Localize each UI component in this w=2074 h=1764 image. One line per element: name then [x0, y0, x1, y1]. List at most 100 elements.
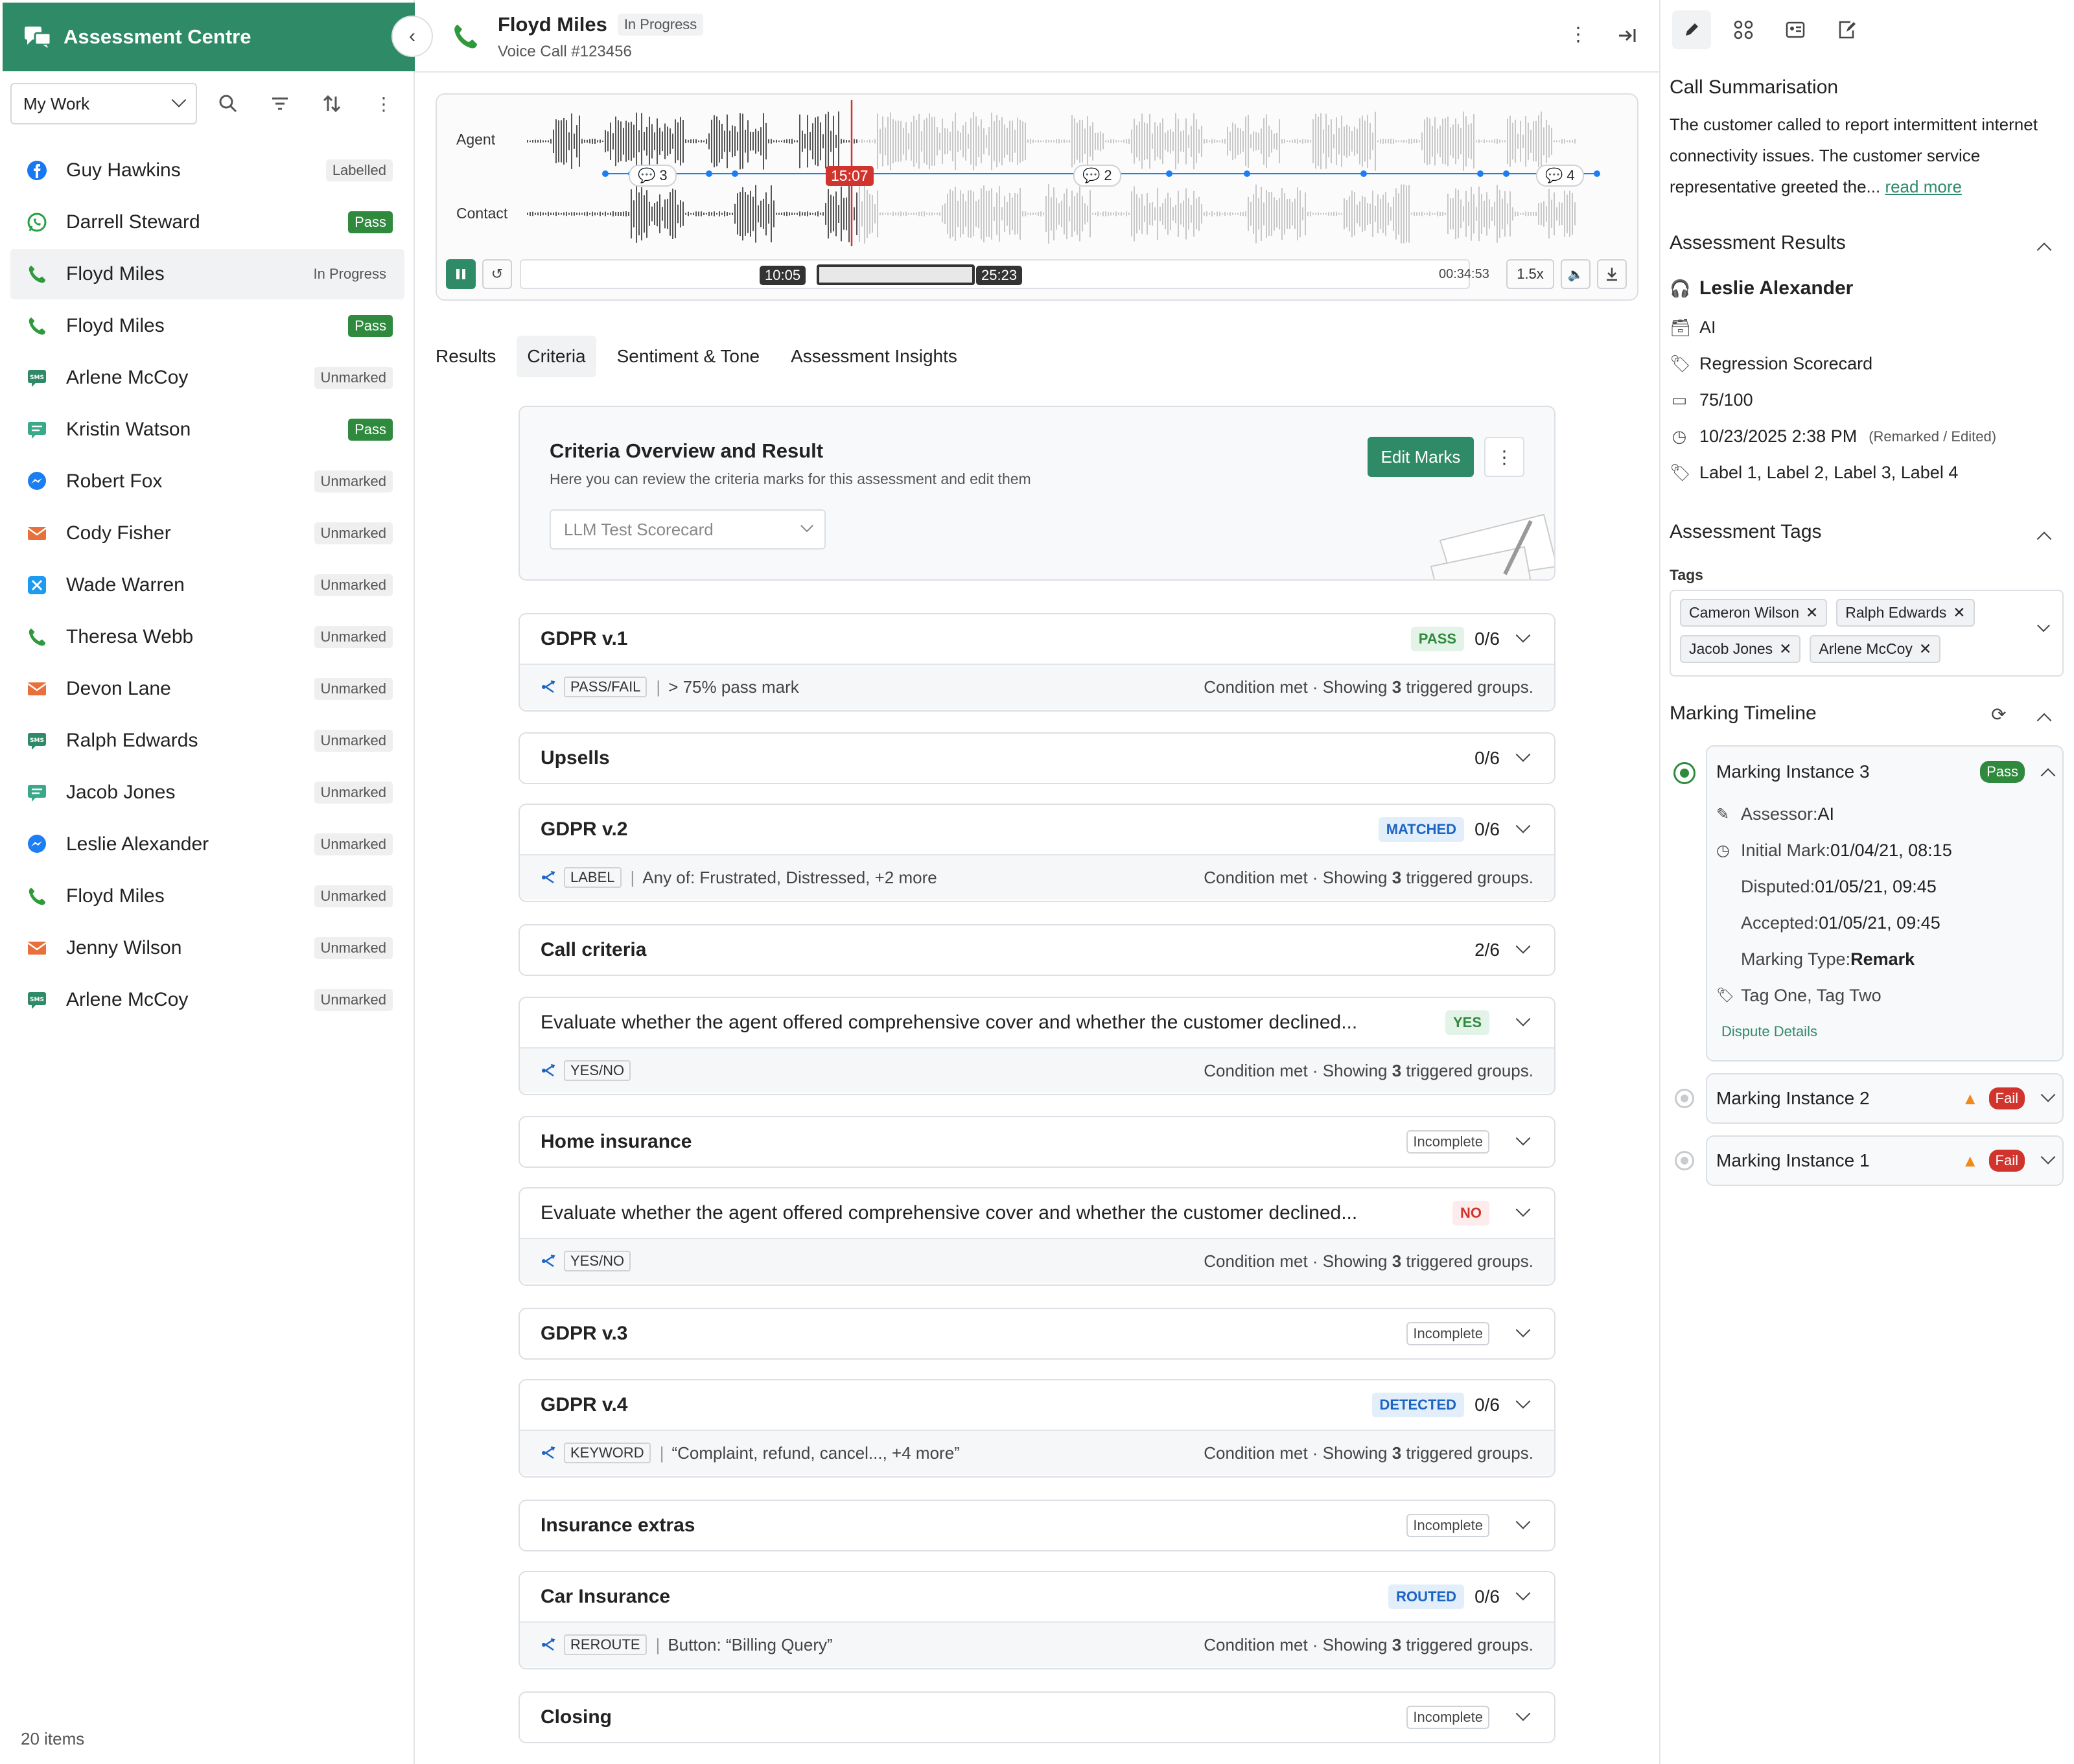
segment-selection[interactable]: [817, 264, 975, 285]
conversation-item[interactable]: SMS Arlene McCoy Unmarked: [10, 353, 404, 403]
remove-icon[interactable]: ✕: [1953, 604, 1965, 621]
criteria-card[interactable]: GDPR v.2 MATCHED 0/6 LABEL | Any of: Frus…: [518, 804, 1555, 902]
chevron-down-icon[interactable]: [1515, 1586, 1531, 1601]
scorecard-select[interactable]: LLM Test Scorecard: [550, 509, 826, 550]
tag-chip[interactable]: Arlene McCoy ✕: [1810, 635, 1941, 663]
branch-icon: [542, 871, 555, 884]
criteria-card[interactable]: Home insurance Incomplete: [518, 1116, 1555, 1168]
tab-sentiment-tone[interactable]: Sentiment & Tone: [607, 336, 771, 377]
chevron-down-icon[interactable]: [1515, 1706, 1531, 1721]
conversation-item[interactable]: Jenny Wilson Unmarked: [10, 923, 404, 973]
search-button[interactable]: [215, 89, 241, 118]
sort-button[interactable]: [319, 89, 345, 118]
tab-assessment-insights[interactable]: Assessment Insights: [780, 336, 968, 377]
criteria-card[interactable]: Closing Incomplete: [518, 1691, 1555, 1743]
contact-card-tab[interactable]: [1776, 10, 1815, 49]
criteria-card[interactable]: Call criteria 2/6: [518, 924, 1555, 976]
more-options-button[interactable]: ⋮: [371, 89, 397, 118]
conversation-item[interactable]: Jacob Jones Unmarked: [10, 767, 404, 818]
refresh-icon[interactable]: ⟳: [1991, 704, 2006, 725]
chevron-down-icon[interactable]: [1515, 1514, 1531, 1529]
chevron-up-icon[interactable]: [2040, 768, 2056, 783]
remove-icon[interactable]: ✕: [1919, 640, 1931, 658]
conversation-item[interactable]: Wade Warren Unmarked: [10, 560, 404, 610]
speed-button[interactable]: 1.5x: [1506, 259, 1554, 289]
marking-instance-1[interactable]: Marking Instance 1 ▲ Fail: [1706, 1135, 2064, 1186]
chevron-down-icon[interactable]: [1515, 747, 1531, 762]
conversation-item[interactable]: Floyd Miles Pass: [10, 301, 404, 351]
condition-summary: Condition met · Showing 3 triggered grou…: [1204, 1634, 1533, 1654]
header-status-badge: In Progress: [617, 14, 704, 36]
conversation-item[interactable]: Devon Lane Unmarked: [10, 664, 404, 714]
criteria-card[interactable]: Upsells 0/6: [518, 732, 1555, 784]
criteria-card[interactable]: GDPR v.1 PASS 0/6 PASS/FAIL | > 75% pass …: [518, 613, 1555, 712]
instance-status-badge: Pass: [1980, 761, 2025, 783]
chevron-down-icon[interactable]: [1515, 939, 1531, 954]
pause-button[interactable]: [446, 259, 476, 289]
chevron-down-icon[interactable]: [2040, 1087, 2056, 1102]
conversation-item[interactable]: SMS Arlene McCoy Unmarked: [10, 975, 404, 1025]
chevron-down-icon[interactable]: [2040, 1150, 2056, 1165]
tag-chip[interactable]: Ralph Edwards ✕: [1836, 599, 1975, 627]
edit-marks-button[interactable]: Edit Marks: [1368, 437, 1474, 477]
pencil-icon: ✎: [1716, 805, 1730, 823]
tag-chip[interactable]: Cameron Wilson ✕: [1680, 599, 1828, 627]
download-button[interactable]: [1597, 259, 1627, 289]
notes-tab[interactable]: [1828, 10, 1867, 49]
close-panel-icon[interactable]: [1618, 26, 1637, 45]
conversation-item[interactable]: Theresa Webb Unmarked: [10, 612, 404, 662]
volume-button[interactable]: 🔈: [1561, 259, 1590, 289]
chevron-down-icon[interactable]: [1515, 628, 1531, 643]
apps-panel-tab[interactable]: [1724, 10, 1763, 49]
criteria-card[interactable]: Insurance extras Incomplete: [518, 1500, 1555, 1551]
rewind-button[interactable]: ↺: [482, 259, 512, 289]
conversation-item[interactable]: Guy Hawkins Labelled: [10, 145, 404, 196]
tab-results[interactable]: Results: [425, 336, 506, 377]
chevron-down-icon[interactable]: [2037, 619, 2050, 632]
criteria-card[interactable]: GDPR v.3 Incomplete: [518, 1308, 1555, 1360]
conversation-item[interactable]: Robert Fox Unmarked: [10, 456, 404, 507]
conversation-item[interactable]: Cody Fisher Unmarked: [10, 508, 404, 559]
conversation-item[interactable]: SMS Ralph Edwards Unmarked: [10, 715, 404, 766]
header-more-button[interactable]: ⋮: [1568, 23, 1588, 46]
overview-more-button[interactable]: ⋮: [1484, 437, 1524, 477]
conversation-item[interactable]: Floyd Miles In Progress: [10, 249, 404, 299]
collapse-sidebar-button[interactable]: ‹: [391, 16, 433, 57]
chevron-down-icon[interactable]: [1515, 1131, 1531, 1146]
chevron-down-icon[interactable]: [1515, 1202, 1531, 1217]
chevron-down-icon[interactable]: [1515, 1394, 1531, 1409]
edit-panel-tab[interactable]: [1672, 10, 1711, 49]
criteria-card[interactable]: Evaluate whether the agent offered compr…: [518, 997, 1555, 1095]
conversation-item[interactable]: Leslie Alexander Unmarked: [10, 819, 404, 870]
warning-icon: ▲: [1961, 1088, 1979, 1108]
read-more-link[interactable]: read more: [1885, 177, 1962, 196]
results-title: Assessment Results: [1670, 232, 1846, 253]
criteria-result-pill: Incomplete: [1406, 1706, 1489, 1729]
criteria-card[interactable]: Evaluate whether the agent offered compr…: [518, 1187, 1555, 1286]
tab-criteria[interactable]: Criteria: [517, 336, 596, 377]
criteria-card[interactable]: GDPR v.4 DETECTED 0/6 KEYWORD | “Complain…: [518, 1379, 1555, 1478]
comment-marker[interactable]: 💬 3: [629, 165, 677, 187]
criteria-score: 0/6: [1474, 748, 1500, 768]
chevron-down-icon[interactable]: [1515, 1012, 1531, 1027]
dispute-details-link[interactable]: Dispute Details: [1716, 1014, 1952, 1050]
chevron-down-icon[interactable]: [1515, 818, 1531, 833]
conversation-name: Floyd Miles: [66, 263, 165, 284]
tag-chip[interactable]: Jacob Jones ✕: [1680, 635, 1801, 663]
view-select[interactable]: My Work: [10, 83, 197, 124]
filter-button[interactable]: [267, 89, 293, 118]
chevron-down-icon[interactable]: [1515, 1323, 1531, 1338]
tags-input[interactable]: Cameron Wilson ✕ Ralph Edwards ✕ Jacob Jon…: [1670, 590, 2064, 677]
conversation-item[interactable]: Floyd Miles Unmarked: [10, 871, 404, 922]
marking-instance-3[interactable]: Marking Instance 3 Pass ✎ Assessor: AI ◷ I…: [1706, 745, 2064, 1062]
marking-instance-2[interactable]: Marking Instance 2 ▲ Fail: [1706, 1073, 2064, 1124]
comment-marker[interactable]: 💬 4: [1536, 165, 1584, 187]
remove-icon[interactable]: ✕: [1806, 604, 1818, 621]
criteria-card[interactable]: Car Insurance ROUTED 0/6 REROUTE | Button…: [518, 1571, 1555, 1669]
conversation-item[interactable]: Kristin Watson Pass: [10, 404, 404, 455]
conversation-item[interactable]: Darrell Steward Pass: [10, 197, 404, 248]
remove-icon[interactable]: ✕: [1779, 640, 1791, 658]
tag-icon: 🏷: [1670, 463, 1692, 482]
comment-marker[interactable]: 💬 2: [1073, 165, 1121, 187]
criteria-detail: “Complaint, refund, cancel..., +4 more”: [671, 1443, 960, 1463]
